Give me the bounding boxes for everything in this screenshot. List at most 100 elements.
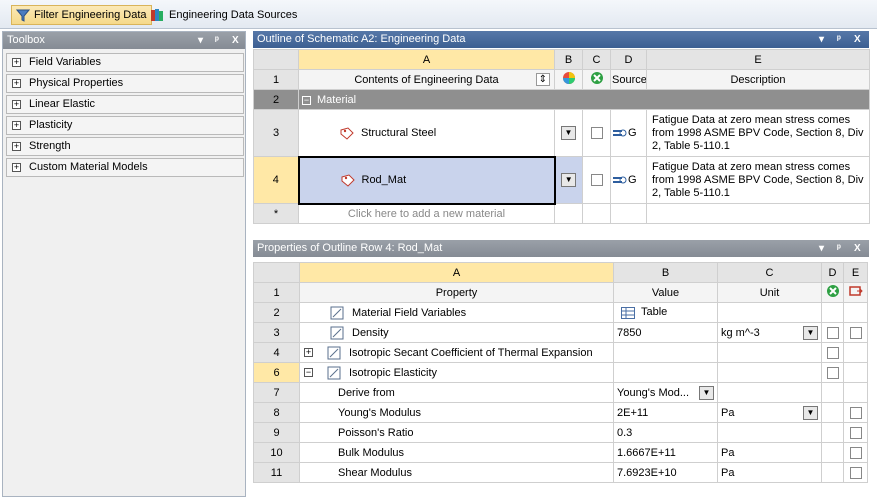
parameter-cell[interactable] <box>843 442 868 463</box>
suppress-checkbox[interactable] <box>826 366 839 379</box>
suppress-checkbox[interactable] <box>826 346 839 359</box>
row-number[interactable]: 2 <box>253 302 300 323</box>
toolbox-pin-icon[interactable]: ᵖ <box>215 32 219 49</box>
col-letter[interactable]: D <box>821 262 844 283</box>
row-number[interactable]: 3 <box>253 322 300 343</box>
expand-icon[interactable]: + <box>12 142 21 151</box>
dropdown-arrow-icon[interactable]: ▼ <box>561 126 576 140</box>
col-letter[interactable]: C <box>582 49 611 70</box>
property-row-selected[interactable]: 6 − Isotropic Elasticity <box>253 362 868 383</box>
row-number[interactable]: 1 <box>253 282 300 303</box>
col-letter[interactable]: D <box>610 49 647 70</box>
outline-close-icon[interactable]: X <box>854 31 861 48</box>
row-number[interactable]: 4 <box>253 156 299 204</box>
parameter-cell[interactable] <box>843 402 868 423</box>
material-row[interactable]: 3 Structural Steel ▼ G Fatigue Data at z… <box>253 109 870 157</box>
suppress-cell[interactable] <box>821 362 844 383</box>
parameter-checkbox[interactable] <box>849 406 862 419</box>
property-name-cell[interactable]: Material Field Variables <box>299 302 614 323</box>
col-letter[interactable]: B <box>613 262 718 283</box>
properties-menu-icon[interactable]: ▾ <box>819 240 824 257</box>
suppress-checkbox[interactable] <box>826 326 839 339</box>
toolbox-item-plasticity[interactable]: + Plasticity <box>6 116 244 135</box>
collapse-icon[interactable]: − <box>304 368 313 378</box>
property-name-cell[interactable]: Density <box>299 322 614 343</box>
property-row[interactable]: 7 Derive from Young's Mod... ▼ <box>253 382 868 403</box>
material-name-cell[interactable]: Rod_Mat <box>297 155 556 205</box>
col-letter[interactable]: C <box>717 262 822 283</box>
property-value-cell[interactable]: Young's Mod... ▼ <box>613 382 718 403</box>
col-letter[interactable]: E <box>646 49 870 70</box>
toolbox-item-strength[interactable]: + Strength <box>6 137 244 156</box>
expand-icon[interactable]: + <box>12 58 21 67</box>
col-letter[interactable]: E <box>843 262 868 283</box>
suppress-checkbox[interactable] <box>590 174 603 187</box>
material-row-selected[interactable]: 4 Rod_Mat ▼ G Fatigue Data at zero mean … <box>253 155 870 205</box>
row-number[interactable]: 3 <box>253 109 299 157</box>
suppress-cell[interactable] <box>821 322 844 343</box>
suppress-checkbox-cell[interactable] <box>582 109 611 157</box>
row-number[interactable]: 4 <box>253 342 300 363</box>
property-row[interactable]: 8 Young's Modulus 2E+11 Pa ▼ <box>253 402 868 423</box>
property-row[interactable]: 10 Bulk Modulus 1.6667E+11 Pa <box>253 442 868 463</box>
outline-pin-icon[interactable]: ᵖ <box>837 31 841 48</box>
dropdown-arrow-icon[interactable]: ▼ <box>561 173 577 187</box>
property-name-cell[interactable]: + Isotropic Secant Coefficient of Thermal… <box>299 342 614 363</box>
toolbox-item-physical-properties[interactable]: + Physical Properties <box>6 74 244 93</box>
material-dropdown-cell[interactable]: ▼ <box>554 109 583 157</box>
property-row[interactable]: 4 + Isotropic Secant Coefficient of Therm… <box>253 342 868 363</box>
row-number[interactable]: 8 <box>253 402 300 423</box>
col-letter[interactable]: B <box>554 49 583 70</box>
row-number[interactable]: 9 <box>253 422 300 443</box>
parameter-checkbox[interactable] <box>849 426 862 439</box>
toolbox-item-custom-material-models[interactable]: + Custom Material Models <box>6 158 244 177</box>
sort-icon[interactable]: ⇕ <box>535 73 550 86</box>
unit-dropdown-icon[interactable]: ▼ <box>803 406 818 420</box>
parameter-checkbox[interactable] <box>849 446 862 459</box>
material-section[interactable]: − Material <box>298 89 870 110</box>
toolbox-close-icon[interactable]: X <box>232 32 239 49</box>
filter-engineering-data-button[interactable]: Filter Engineering Data <box>11 5 152 25</box>
unit-dropdown-icon[interactable]: ▼ <box>803 326 818 340</box>
add-material-row[interactable]: * Click here to add a new material <box>253 203 870 224</box>
property-row[interactable]: 3 Density 7850 kg m^-3 ▼ <box>253 322 868 343</box>
outline-menu-icon[interactable]: ▾ <box>819 31 824 48</box>
property-value[interactable]: 0.3 <box>613 422 718 443</box>
contents-header[interactable]: Contents of Engineering Data ⇕ <box>298 69 555 90</box>
suppress-checkbox-cell[interactable] <box>582 156 611 204</box>
derive-dropdown-icon[interactable]: ▼ <box>699 386 714 400</box>
row-number[interactable]: 7 <box>253 382 300 403</box>
expand-icon[interactable]: + <box>12 121 21 130</box>
properties-pin-icon[interactable]: ᵖ <box>837 240 841 257</box>
toolbox-menu-icon[interactable]: ▾ <box>198 32 203 49</box>
toolbox-item-field-variables[interactable]: + Field Variables <box>6 53 244 72</box>
row-number[interactable]: 10 <box>253 442 300 463</box>
toolbox-item-linear-elastic[interactable]: + Linear Elastic <box>6 95 244 114</box>
corner-cell[interactable] <box>253 49 299 70</box>
add-material-input[interactable]: Click here to add a new material <box>298 203 555 224</box>
row-number[interactable]: * <box>253 203 299 224</box>
source-cell[interactable]: G <box>610 109 647 157</box>
property-value-cell[interactable]: 7850 <box>613 322 718 343</box>
expand-icon[interactable]: + <box>12 79 21 88</box>
row-number[interactable]: 6 <box>253 362 300 383</box>
row-number[interactable]: 11 <box>253 462 300 483</box>
expand-icon[interactable]: + <box>12 100 21 109</box>
parameter-cell[interactable] <box>843 462 868 483</box>
property-unit-cell[interactable]: Pa ▼ <box>717 402 822 423</box>
suppress-checkbox[interactable] <box>590 127 603 140</box>
engineering-data-sources-button[interactable]: Engineering Data Sources <box>146 5 301 25</box>
row-number[interactable]: 1 <box>253 69 299 90</box>
parameter-checkbox[interactable] <box>849 326 862 339</box>
col-letter[interactable]: A <box>298 49 555 70</box>
row-number[interactable]: 2 <box>253 89 299 110</box>
material-name-cell[interactable]: Structural Steel <box>298 109 555 157</box>
parameter-checkbox[interactable] <box>849 466 862 479</box>
property-row[interactable]: 2 Material Field Variables Table <box>253 302 868 323</box>
col-letter[interactable]: A <box>299 262 614 283</box>
parameter-cell[interactable] <box>843 322 868 343</box>
property-value[interactable]: 2E+11 <box>613 402 718 423</box>
suppress-cell[interactable] <box>821 342 844 363</box>
expand-icon[interactable]: + <box>12 163 21 172</box>
parameter-cell[interactable] <box>843 422 868 443</box>
